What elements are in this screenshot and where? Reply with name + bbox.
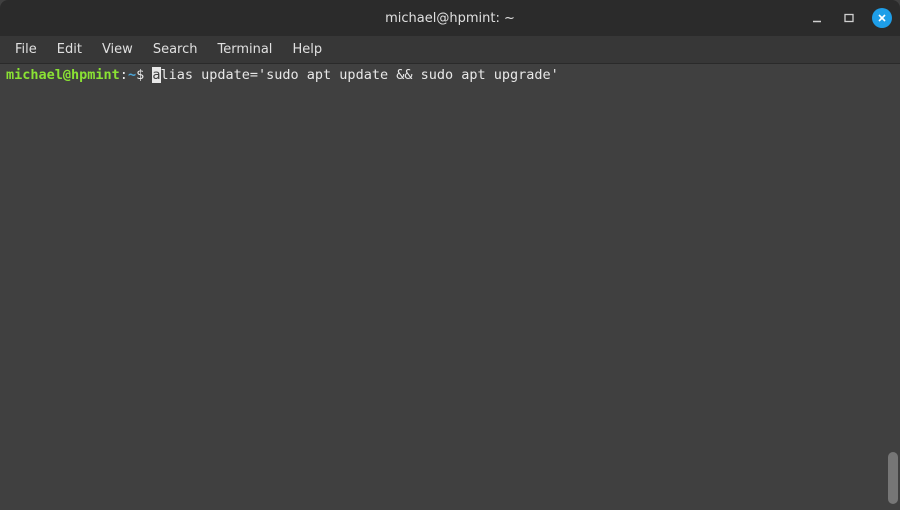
menu-view[interactable]: View	[93, 39, 142, 60]
menu-terminal[interactable]: Terminal	[208, 39, 281, 60]
scrollbar[interactable]	[888, 452, 898, 504]
menu-file[interactable]: File	[6, 39, 46, 60]
menubar: File Edit View Search Terminal Help	[0, 36, 900, 64]
minimize-icon	[812, 13, 822, 23]
menu-help[interactable]: Help	[283, 39, 331, 60]
terminal-cursor: a	[152, 67, 160, 83]
minimize-button[interactable]	[808, 9, 826, 27]
menu-search[interactable]: Search	[144, 39, 207, 60]
prompt-sep: :	[120, 67, 128, 83]
window-controls	[808, 8, 892, 28]
window-title: michael@hpmint: ~	[385, 11, 515, 26]
titlebar: michael@hpmint: ~	[0, 0, 900, 36]
maximize-button[interactable]	[840, 9, 858, 27]
maximize-icon	[844, 13, 854, 23]
menu-edit[interactable]: Edit	[48, 39, 91, 60]
terminal[interactable]: michael@hpmint:~$ alias update='sudo apt…	[0, 64, 900, 510]
prompt-symbol: $	[136, 67, 144, 83]
close-button[interactable]	[872, 8, 892, 28]
command-text: lias update='sudo apt update && sudo apt…	[161, 67, 559, 83]
prompt-path: ~	[128, 67, 136, 83]
close-icon	[877, 13, 887, 23]
prompt-user-host: michael@hpmint	[6, 67, 120, 83]
